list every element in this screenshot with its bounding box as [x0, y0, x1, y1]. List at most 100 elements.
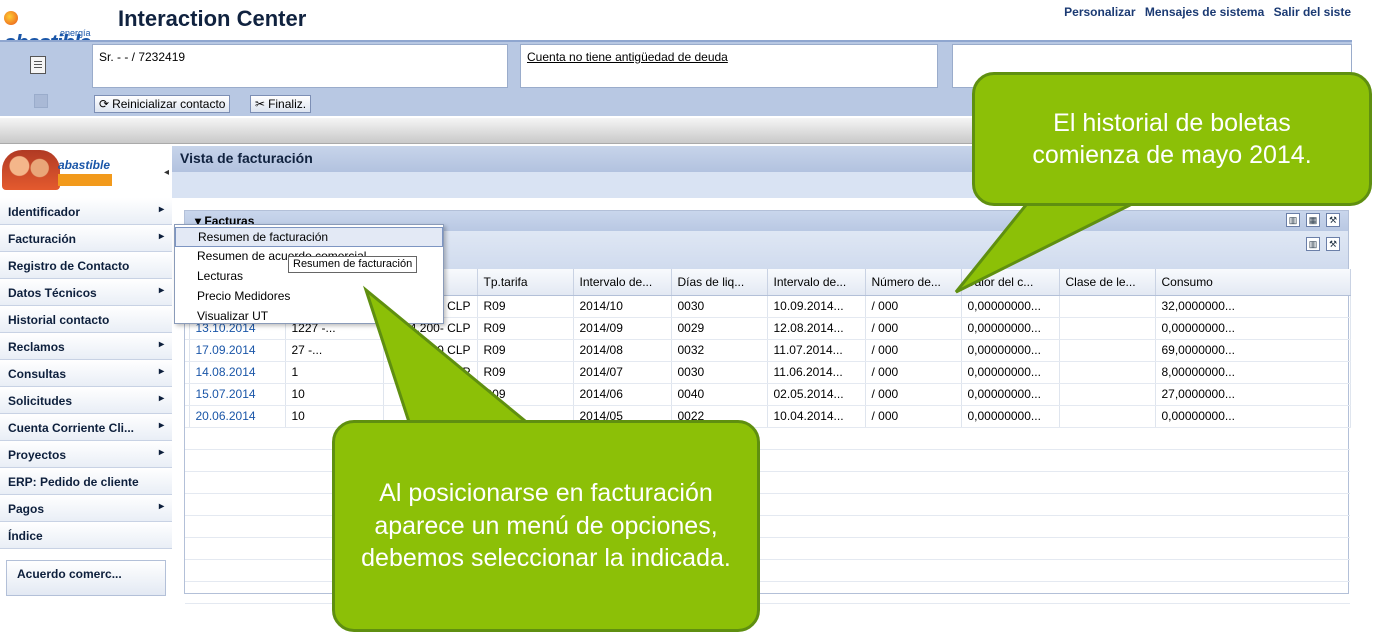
empty-cell [961, 449, 1059, 472]
sidebar-item[interactable]: Identificador ▸ [0, 198, 172, 225]
sidebar-item[interactable]: Datos Técnicos ▸ [0, 279, 172, 306]
table-chart-icon[interactable]: ▥ [1306, 237, 1320, 251]
sidebar-item[interactable]: ERP: Pedido de cliente [0, 468, 172, 495]
table-cell: 0,00000000... [961, 339, 1060, 362]
wrench-icon[interactable]: ⚒ [1326, 213, 1340, 227]
chart-icon[interactable]: ▥ [1286, 213, 1300, 227]
kids-photo-icon [2, 150, 60, 190]
link-salir[interactable]: Salir del siste [1274, 5, 1351, 19]
nav-panel-acuerdo[interactable]: Acuerdo comerc... [6, 560, 166, 596]
chevron-right-icon: ▸ [158, 204, 164, 215]
table-row[interactable]: 20001281817.09.201427 -...175.600 CLPR09… [185, 339, 1351, 362]
sidebar-item[interactable]: Facturación ▸ [0, 225, 172, 252]
empty-cell [767, 449, 865, 472]
finalize-label: Finaliz. [268, 97, 307, 111]
table-cell: R09 [477, 317, 574, 340]
empty-cell [865, 471, 961, 494]
table-cell: 27,0000000... [1155, 383, 1351, 406]
link-mensajes-sistema[interactable]: Mensajes de sistema [1145, 5, 1264, 19]
column-header[interactable]: Consumo [1155, 269, 1351, 296]
chevron-right-icon: ▸ [158, 366, 164, 377]
sidebar-item[interactable]: Cuenta Corriente Cli... ▸ [0, 414, 172, 441]
reset-contact-button[interactable]: ⟳ Reinicializar contacto [94, 95, 231, 113]
link-personalizar[interactable]: Personalizar [1064, 5, 1135, 19]
table-cell: / 000 [865, 405, 962, 428]
empty-cell [1059, 427, 1155, 450]
sidebar-item[interactable]: Consultas ▸ [0, 360, 172, 387]
empty-cell [865, 449, 961, 472]
chevron-right-icon: ▸ [158, 393, 164, 404]
table-cell: 02.05.2014... [767, 383, 866, 406]
nav-logo: abastible [0, 146, 166, 198]
table-cell: 2014/08 [573, 339, 672, 362]
table-row[interactable]: 260026873714.08.2014187.195 CLPR092014/0… [185, 361, 1351, 384]
spreadsheet-icon[interactable]: ▦ [1306, 213, 1320, 227]
column-header[interactable]: Número de... [865, 269, 962, 296]
table-cell: 0,00000000... [1155, 317, 1351, 340]
empty-cell [865, 493, 961, 516]
empty-cell [189, 515, 285, 538]
empty-cell [1155, 515, 1350, 538]
table-cell: 0040 [671, 383, 768, 406]
collapse-arrow-icon[interactable]: ◂ [164, 146, 172, 198]
empty-cell [189, 581, 285, 604]
sidebar-item[interactable]: Solicitudes ▸ [0, 387, 172, 414]
menu-item[interactable]: Precio Medidores [175, 287, 443, 307]
empty-cell [961, 471, 1059, 494]
debt-note-link[interactable]: Cuenta no tiene antigüedad de deuda [520, 44, 938, 88]
table-wrench-icon[interactable]: ⚒ [1326, 237, 1340, 251]
empty-cell [767, 493, 865, 516]
app-root: abastible energía limpia Interaction Cen… [0, 0, 1375, 635]
sidebar-item[interactable]: Índice [0, 522, 172, 549]
empty-cell [865, 559, 961, 582]
table-cell: 11.06.2014... [767, 361, 866, 384]
menu-item[interactable]: Visualizar UT [175, 307, 443, 327]
table-cell: 0032 [671, 339, 768, 362]
empty-cell [1059, 515, 1155, 538]
table-cell: 0029 [671, 317, 768, 340]
empty-cell [1059, 449, 1155, 472]
column-header[interactable]: Tp.tarifa [477, 269, 574, 296]
column-header[interactable]: Días de liq... [671, 269, 768, 296]
sidebar-item-label: Consultas [8, 367, 67, 381]
invoice-number-link[interactable]: 15.07.2014 [189, 383, 286, 406]
table-row[interactable]: 260017413115.07.20141065.750 CLPR092014/… [185, 383, 1351, 406]
sidebar-item[interactable]: Proyectos ▸ [0, 441, 172, 468]
column-header[interactable]: Clase de le... [1059, 269, 1156, 296]
column-header[interactable]: Intervalo de... [573, 269, 672, 296]
column-header[interactable]: Valor del c... [961, 269, 1060, 296]
chevron-right-icon: ▸ [158, 285, 164, 296]
sidebar-item-label: Reclamos [8, 340, 65, 354]
chevron-right-icon: ▸ [158, 231, 164, 242]
table-cell: 1 [285, 361, 384, 384]
empty-cell [865, 537, 961, 560]
sidebar-item[interactable]: Reclamos ▸ [0, 333, 172, 360]
sidebar-item-label: Pagos [8, 502, 45, 516]
sidebar-item-label: Facturación [8, 232, 77, 246]
notepad-icon[interactable] [30, 56, 46, 74]
empty-cell [865, 581, 961, 604]
callout-history-text: El historial de boletas comienza de mayo… [1032, 108, 1312, 170]
empty-cell [961, 559, 1059, 582]
invoice-number-link[interactable]: 17.09.2014 [189, 339, 286, 362]
empty-cell [865, 515, 961, 538]
invoice-number-link[interactable]: 20.06.2014 [189, 405, 286, 428]
app-title: Interaction Center [118, 6, 307, 31]
empty-cell [189, 559, 285, 582]
table-cell: 0,00000000... [961, 405, 1060, 428]
invoice-number-link[interactable]: 14.08.2014 [189, 361, 286, 384]
sidebar-item[interactable]: Pagos ▸ [0, 495, 172, 522]
empty-cell [767, 471, 865, 494]
empty-cell [1155, 427, 1350, 450]
table-cell: 0030 [671, 361, 768, 384]
sidebar-item[interactable]: Historial contacto [0, 306, 172, 333]
empty-cell [189, 493, 285, 516]
menu-item[interactable]: Resumen de facturación [175, 227, 443, 247]
empty-cell [1059, 493, 1155, 516]
column-header[interactable]: Intervalo de... [767, 269, 866, 296]
empty-cell [189, 471, 285, 494]
sidebar-item[interactable]: Registro de Contacto [0, 252, 172, 279]
finalize-button[interactable]: ✂ Finaliz. [250, 95, 312, 113]
refresh-icon: ⟳ [99, 97, 110, 111]
callout-history: El historial de boletas comienza de mayo… [972, 72, 1372, 206]
